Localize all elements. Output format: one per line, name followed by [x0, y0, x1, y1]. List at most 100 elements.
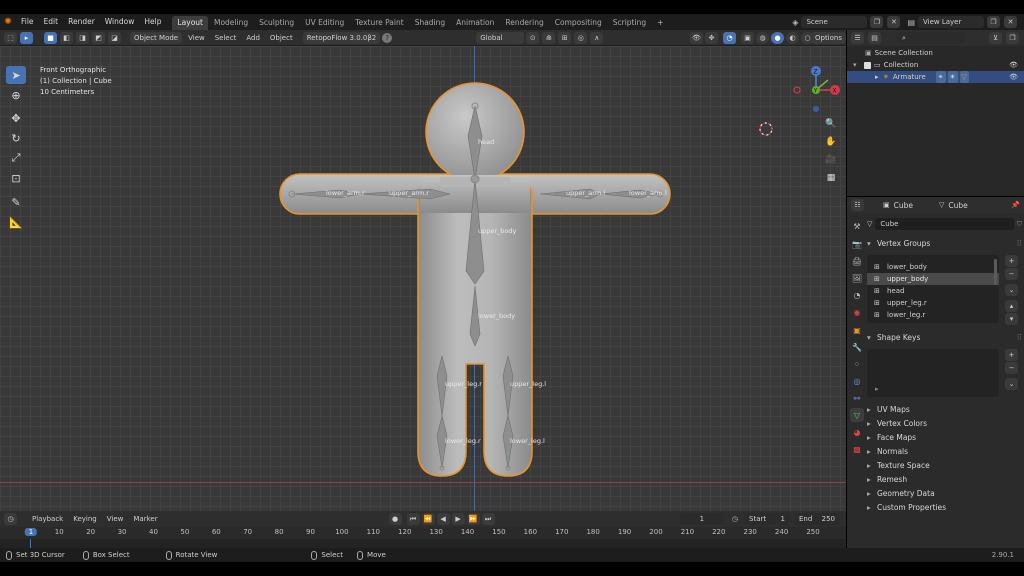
object-mode-dropdown[interactable]: Object Mode	[130, 31, 183, 44]
menu-playback[interactable]: Playback	[28, 513, 67, 525]
properties-editor-type-icon[interactable]: ☷	[851, 199, 864, 211]
data-tab-icon[interactable]: ▽	[850, 408, 864, 422]
view-layer-icon[interactable]: ▤	[907, 18, 915, 27]
wireframe-shading-icon[interactable]: ◍	[756, 32, 769, 44]
visibility-icon[interactable]: 👁	[690, 32, 703, 44]
retopoflow-dropdown[interactable]: RetopoFlow 3.0.0β2	[302, 31, 381, 44]
expand-arrow-icon[interactable]: ▸	[875, 385, 879, 393]
scene-tab-icon[interactable]: ◔	[850, 288, 864, 302]
vertex-group-specials-icon[interactable]: ⌄	[1005, 284, 1018, 296]
menu-help[interactable]: Help	[139, 14, 166, 30]
menu-render[interactable]: Render	[63, 14, 100, 30]
tab-rendering[interactable]: Rendering	[500, 16, 548, 30]
particles-tab-icon[interactable]: ⁘	[850, 357, 864, 371]
scene-icon[interactable]: ◈	[792, 18, 798, 27]
new-collection-icon[interactable]: ❐	[1006, 32, 1019, 44]
delete-view-layer-icon[interactable]: ✕	[1004, 16, 1017, 28]
panel-shape-keys[interactable]: ▾ Shape Keys ⠿	[867, 331, 1022, 345]
tab-compositing[interactable]: Compositing	[550, 16, 607, 30]
shape-key-specials-icon[interactable]: ⌄	[1005, 378, 1018, 390]
gizmo-toggle-icon[interactable]: ✥	[705, 32, 718, 44]
display-mode-icon[interactable]: ▤	[868, 32, 881, 44]
expand-arrow-icon[interactable]: ▸	[875, 71, 883, 83]
drag-handle-icon[interactable]: ⠿	[1017, 331, 1023, 345]
panel-uv-maps[interactable]: ▸ UV Maps	[867, 403, 1022, 417]
checkbox-icon[interactable]	[864, 61, 871, 69]
current-frame-field[interactable]: 1	[679, 513, 724, 525]
jump-start-icon[interactable]: ⏮	[406, 513, 420, 525]
current-frame-marker[interactable]: 1	[24, 528, 38, 536]
timeline-editor-type-icon[interactable]: ◷	[4, 513, 17, 525]
object-tab-icon[interactable]: ▣	[850, 323, 864, 337]
proportional-edit-icon[interactable]: ◎	[574, 31, 588, 44]
material-tab-icon[interactable]: ◕	[850, 425, 864, 439]
tab-shading[interactable]: Shading	[410, 16, 450, 30]
select-mode-intersect-icon[interactable]: ◪	[108, 31, 121, 44]
pin-icon[interactable]: 📌	[1011, 201, 1020, 209]
panel-remesh[interactable]: ▸ Remesh	[867, 473, 1022, 487]
tab-sculpting[interactable]: Sculpting	[254, 16, 299, 30]
pan-hand-icon[interactable]: ✋	[823, 134, 839, 150]
mesh-and-armature[interactable]: head lower_arm.r upper_arm.r upper_arm.l…	[0, 46, 846, 511]
camera-view-icon[interactable]: 🎥	[823, 152, 839, 168]
prev-keyframe-icon[interactable]: ⏪	[421, 513, 435, 525]
new-scene-icon[interactable]: ❐	[870, 16, 884, 28]
list-item[interactable]: ⊞ upper_leg.r	[867, 297, 999, 309]
list-item[interactable]: ⊞ head	[867, 285, 999, 297]
expand-arrow-icon[interactable]: ▾	[853, 59, 861, 71]
shape-keys-list[interactable]: ▸	[867, 349, 999, 397]
editor-type-icon[interactable]: ⬚	[4, 31, 17, 44]
outliner-search-input[interactable]: ⌕	[897, 32, 965, 44]
filter-icon[interactable]: ⊻	[989, 32, 1002, 44]
panel-face-maps[interactable]: ▸ Face Maps	[867, 431, 1022, 445]
ortho-toggle-icon[interactable]: ▦	[823, 170, 839, 186]
add-shape-key-button[interactable]: +	[1005, 349, 1018, 361]
overlays-toggle-icon[interactable]: ◔	[723, 32, 736, 44]
new-view-layer-icon[interactable]: ❐	[987, 16, 1000, 28]
xray-toggle-icon[interactable]: ▣	[741, 32, 754, 44]
frame-end-field[interactable]: End 250	[794, 513, 840, 525]
material-shading-icon[interactable]: ◐	[786, 32, 799, 44]
menu-keying[interactable]: Keying	[69, 513, 101, 525]
menu-object[interactable]: Object	[266, 32, 297, 44]
fake-user-shield-icon[interactable]: ⛉	[1017, 220, 1022, 229]
list-item[interactable]: ⊞ upper_body	[867, 273, 999, 285]
menu-file[interactable]: File	[16, 14, 39, 30]
rendered-shading-icon[interactable]: ○	[801, 32, 814, 44]
tab-uv-editing[interactable]: UV Editing	[300, 16, 349, 30]
panel-normals[interactable]: ▸ Normals	[867, 445, 1022, 459]
remove-shape-key-button[interactable]: −	[1005, 362, 1018, 374]
options-dropdown[interactable]: Options	[810, 31, 846, 44]
modifier-tab-icon[interactable]: 🔧	[850, 340, 864, 354]
frame-start-field[interactable]: Start 1	[744, 513, 790, 525]
navigation-gizmo[interactable]: Z X Y	[793, 66, 840, 112]
panel-vertex-groups[interactable]: ▾ Vertex Groups ⠿	[867, 237, 1022, 251]
mesh-name-input[interactable]: Cube	[875, 218, 1014, 230]
select-mode-extend-icon[interactable]: ◧	[60, 31, 73, 44]
play-reverse-icon[interactable]: ◀	[436, 513, 450, 525]
help-icon[interactable]: ?	[382, 32, 393, 43]
outliner-editor-type-icon[interactable]: ☰	[851, 32, 864, 44]
menu-view[interactable]: View	[184, 32, 209, 44]
pivot-icon[interactable]: ⊙	[526, 31, 540, 44]
menu-view[interactable]: View	[103, 513, 128, 525]
panel-texture-space[interactable]: ▸ Texture Space	[867, 459, 1022, 473]
world-tab-icon[interactable]: ◉	[850, 305, 864, 319]
blender-logo-icon[interactable]: ✺	[0, 17, 16, 27]
list-scrollbar[interactable]	[994, 259, 997, 285]
3d-cursor-icon[interactable]	[759, 122, 773, 136]
add-vertex-group-button[interactable]: +	[1005, 255, 1018, 267]
tab-layout[interactable]: Layout	[172, 16, 208, 30]
falloff-icon[interactable]: ∧	[590, 31, 604, 44]
select-mode-invert-icon[interactable]: ◩	[92, 31, 105, 44]
menu-select[interactable]: Select	[211, 32, 241, 44]
panel-custom-properties[interactable]: ▸ Custom Properties	[867, 501, 1022, 515]
tab-scripting[interactable]: Scripting	[608, 16, 651, 30]
remove-vertex-group-button[interactable]: −	[1005, 268, 1018, 280]
scene-field[interactable]: Scene	[801, 16, 868, 28]
eye-icon[interactable]: 👁	[1009, 71, 1018, 83]
clock-icon[interactable]: ◷	[732, 515, 738, 523]
list-item[interactable]: ⊞ lower_body	[867, 261, 999, 273]
select-mode-new-icon[interactable]: ■	[44, 31, 57, 44]
tab-texture-paint[interactable]: Texture Paint	[350, 16, 408, 30]
